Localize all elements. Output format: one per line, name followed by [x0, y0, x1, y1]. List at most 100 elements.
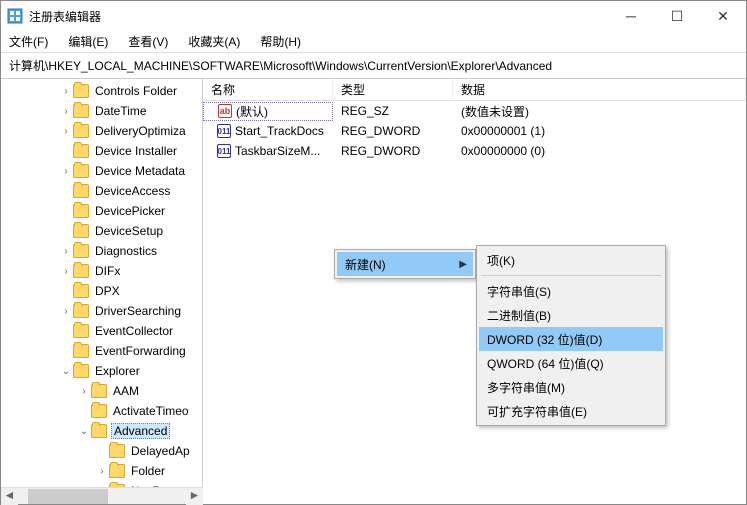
ctx-item-dword[interactable]: DWORD (32 位)值(D): [479, 327, 663, 351]
tree-item-label: DPX: [93, 284, 122, 298]
folder-icon: [73, 124, 89, 138]
tree-item[interactable]: ›DateTime: [1, 101, 202, 121]
menu-file[interactable]: 文件(F): [5, 31, 52, 52]
folder-icon: [73, 224, 89, 238]
ctx-item-key[interactable]: 项(K): [479, 248, 663, 272]
menubar: 文件(F) 编辑(E) 查看(V) 收藏夹(A) 帮助(H): [1, 31, 746, 53]
folder-icon: [73, 344, 89, 358]
value-type: REG_DWORD: [333, 144, 453, 158]
tree-item[interactable]: ·DevicePicker: [1, 201, 202, 221]
address-text: 计算机\HKEY_LOCAL_MACHINE\SOFTWARE\Microsof…: [9, 59, 552, 73]
caret-right-icon[interactable]: ·: [59, 146, 73, 157]
caret-right-icon[interactable]: ›: [59, 86, 73, 97]
tree-item[interactable]: · DelayedAp: [1, 441, 202, 461]
folder-icon: [73, 164, 89, 178]
context-menu-new: 新建(N) ▶: [334, 249, 476, 279]
close-button[interactable]: ✕: [700, 1, 746, 31]
submenu-arrow-icon: ▶: [459, 259, 467, 270]
tree-item[interactable]: ·DeviceAccess: [1, 181, 202, 201]
string-value-icon: ab: [218, 104, 232, 118]
address-bar[interactable]: 计算机\HKEY_LOCAL_MACHINE\SOFTWARE\Microsof…: [1, 53, 746, 79]
caret-right-icon[interactable]: ·: [59, 286, 73, 297]
folder-icon: [109, 444, 125, 458]
tree-item[interactable]: ·EventForwarding: [1, 341, 202, 361]
tree-item[interactable]: ›DeliveryOptimiza: [1, 121, 202, 141]
caret-right-icon[interactable]: ›: [77, 386, 91, 397]
tree-item[interactable]: ›Device Metadata: [1, 161, 202, 181]
tree-item[interactable]: · DPX: [1, 281, 202, 301]
menu-view[interactable]: 查看(V): [124, 31, 172, 52]
caret-right-icon[interactable]: ›: [95, 466, 109, 477]
value-row[interactable]: 011Start_TrackDocsREG_DWORD0x00000001 (1…: [203, 121, 746, 141]
tree-item-label: Explorer: [93, 364, 142, 378]
folder-icon: [73, 244, 89, 258]
tree-item-label: DelayedAp: [129, 444, 192, 458]
tree-item-label: Device Installer: [93, 144, 179, 158]
value-row[interactable]: ab(默认)REG_SZ(数值未设置): [203, 101, 746, 121]
scroll-right-arrow[interactable]: ►: [186, 488, 203, 505]
tree-item-label: DIFx: [93, 264, 122, 278]
ctx-item-string[interactable]: 字符串值(S): [479, 279, 663, 303]
caret-right-icon[interactable]: ·: [59, 346, 73, 357]
tree-item[interactable]: ·EventCollector: [1, 321, 202, 341]
list-header: 名称 类型 数据: [203, 79, 746, 101]
tree-pane[interactable]: ›Controls Folder›DateTime›DeliveryOptimi…: [1, 79, 203, 491]
caret-right-icon[interactable]: ›: [59, 246, 73, 257]
caret-right-icon[interactable]: ·: [95, 446, 109, 457]
caret-right-icon[interactable]: ›: [59, 166, 73, 177]
scroll-left-arrow[interactable]: ◄: [1, 488, 18, 505]
ctx-item-expandstring[interactable]: 可扩充字符串值(E): [479, 399, 663, 423]
tree-item-label: Advanced: [111, 423, 170, 439]
menu-favorites[interactable]: 收藏夹(A): [184, 31, 244, 52]
tree-item[interactable]: ⌄ Advanced: [1, 421, 202, 441]
col-type[interactable]: 类型: [333, 79, 453, 101]
tree-item[interactable]: ·ActivateTimeo: [1, 401, 202, 421]
tree-item[interactable]: · Device Installer: [1, 141, 202, 161]
ctx-item-binary[interactable]: 二进制值(B): [479, 303, 663, 327]
caret-right-icon[interactable]: ·: [77, 406, 91, 417]
tree-item-label: AAM: [111, 384, 141, 398]
folder-icon: [91, 384, 107, 398]
caret-right-icon[interactable]: ›: [59, 266, 73, 277]
caret-right-icon[interactable]: ·: [59, 206, 73, 217]
caret-right-icon[interactable]: ·: [59, 226, 73, 237]
tree-item[interactable]: › AAM: [1, 381, 202, 401]
context-item-label: 新建(N): [345, 256, 386, 273]
caret-right-icon[interactable]: ›: [59, 306, 73, 317]
value-row[interactable]: 011TaskbarSizeM...REG_DWORD0x00000000 (0…: [203, 141, 746, 161]
window-title: 注册表编辑器: [29, 8, 608, 25]
menu-edit[interactable]: 编辑(E): [64, 31, 112, 52]
tree-item[interactable]: › DIFx: [1, 261, 202, 281]
tree-item[interactable]: › Folder: [1, 461, 202, 481]
menu-separator: [481, 275, 661, 276]
ctx-item-qword[interactable]: QWORD (64 位)值(Q): [479, 351, 663, 375]
folder-icon: [91, 424, 107, 438]
folder-icon: [73, 204, 89, 218]
col-data[interactable]: 数据: [453, 79, 746, 101]
tree-item[interactable]: ›Controls Folder: [1, 81, 202, 101]
caret-down-icon[interactable]: ⌄: [59, 366, 73, 377]
caret-right-icon[interactable]: ›: [59, 106, 73, 117]
maximize-button[interactable]: ☐: [654, 1, 700, 31]
tree-item[interactable]: ⌄ Explorer: [1, 361, 202, 381]
tree-horizontal-scrollbar[interactable]: ◄ ►: [1, 487, 203, 504]
caret-right-icon[interactable]: ·: [59, 186, 73, 197]
col-name[interactable]: 名称: [203, 79, 333, 101]
tree-item[interactable]: ·DeviceSetup: [1, 221, 202, 241]
caret-down-icon[interactable]: ⌄: [77, 426, 91, 437]
value-name: Start_TrackDocs: [235, 124, 324, 138]
scroll-thumb[interactable]: [28, 489, 108, 504]
ctx-item-multistring[interactable]: 多字符串值(M): [479, 375, 663, 399]
folder-icon: [73, 144, 89, 158]
minimize-button[interactable]: ─: [608, 1, 654, 31]
tree-item[interactable]: ›Diagnostics: [1, 241, 202, 261]
tree-item[interactable]: › DriverSearching: [1, 301, 202, 321]
value-data: 0x00000001 (1): [453, 124, 746, 138]
tree-item-label: DriverSearching: [93, 304, 183, 318]
caret-right-icon[interactable]: ·: [59, 326, 73, 337]
context-item-new[interactable]: 新建(N) ▶: [337, 252, 473, 276]
menu-help[interactable]: 帮助(H): [256, 31, 305, 52]
folder-icon: [73, 364, 89, 378]
tree-item-label: Folder: [129, 464, 167, 478]
caret-right-icon[interactable]: ›: [59, 126, 73, 137]
